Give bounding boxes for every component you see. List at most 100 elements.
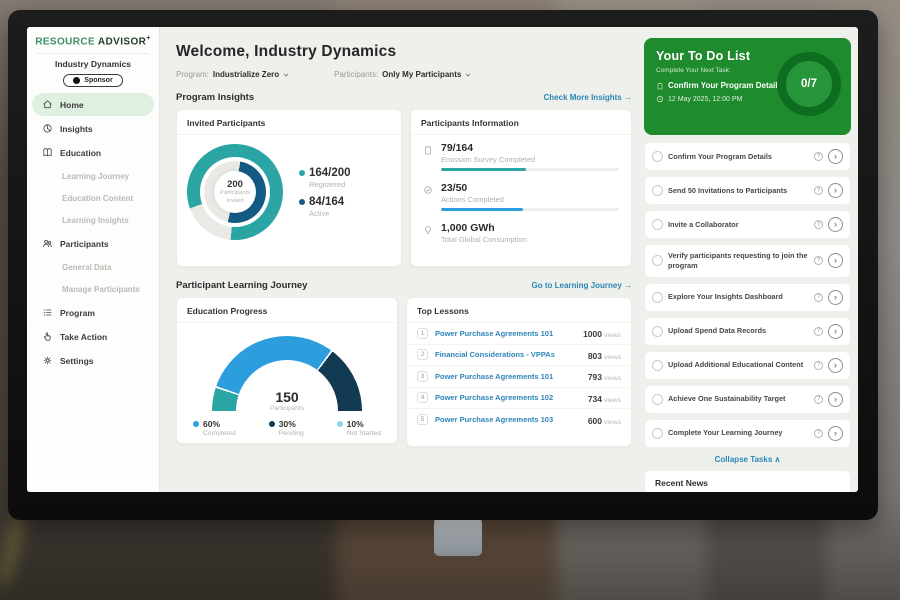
checkbox-circle[interactable] bbox=[652, 360, 663, 371]
sidebar-item-education-content[interactable]: Education Content bbox=[32, 187, 154, 209]
sidebar-subitem-label: General Data bbox=[62, 263, 111, 272]
sidebar-item-home[interactable]: Home bbox=[32, 93, 154, 116]
logo-advisor: ADVISOR bbox=[98, 36, 146, 47]
checkbox-circle[interactable] bbox=[652, 255, 663, 266]
checkbox-circle[interactable] bbox=[652, 428, 663, 439]
participants-dropdown[interactable]: Participants: Only My Participants bbox=[334, 70, 472, 79]
sponsor-badge-label: Sponsor bbox=[84, 77, 112, 84]
sidebar-subitem-label: Learning Journey bbox=[62, 172, 129, 181]
info-icon[interactable]: ? bbox=[814, 327, 823, 336]
sponsor-badge[interactable]: Sponsor bbox=[63, 74, 122, 87]
sidebar-item-settings[interactable]: Settings bbox=[32, 349, 154, 372]
pie-chart-icon bbox=[42, 123, 53, 134]
todo-item[interactable]: Complete Your Learning Journey ? › bbox=[644, 419, 851, 448]
check-circle-icon bbox=[423, 185, 433, 195]
views-count: 793 bbox=[588, 372, 602, 382]
todo-item[interactable]: Invite a Collaborator ? › bbox=[644, 210, 851, 239]
sidebar-item-learning-journey[interactable]: Learning Journey bbox=[32, 165, 154, 187]
legend-value: 60% bbox=[203, 419, 220, 429]
gauge-center-value: 150 bbox=[212, 389, 362, 405]
program-value: Industrialize Zero bbox=[213, 70, 279, 79]
app-logo: RESOURCE ADVISOR+ bbox=[27, 35, 159, 47]
chevron-right-button[interactable]: › bbox=[828, 217, 843, 232]
sidebar-nav: Home Insights Education Learning Journey… bbox=[27, 93, 159, 372]
sidebar-item-insights[interactable]: Insights bbox=[32, 117, 154, 140]
todo-item-label: Upload Additional Educational Content bbox=[668, 360, 809, 370]
lesson-link[interactable]: Financial Considerations - VPPAs bbox=[435, 350, 581, 359]
todo-item[interactable]: Upload Spend Data Records ? › bbox=[644, 317, 851, 346]
center-label-line1: Participants bbox=[220, 190, 250, 196]
clipboard-icon bbox=[423, 145, 433, 155]
info-icon[interactable]: ? bbox=[814, 293, 823, 302]
registered-label: Registered bbox=[309, 180, 351, 189]
donut-legend: 164/200 Registered 84/164 Active bbox=[299, 160, 351, 225]
info-icon[interactable]: ? bbox=[814, 186, 823, 195]
chevron-right-button[interactable]: › bbox=[828, 324, 843, 339]
sidebar-item-label: Program bbox=[60, 308, 95, 318]
views-count: 734 bbox=[588, 394, 602, 404]
todo-item[interactable]: Explore Your Insights Dashboard ? › bbox=[644, 283, 851, 312]
checkbox-circle[interactable] bbox=[652, 326, 663, 337]
sidebar-item-participants[interactable]: Participants bbox=[32, 232, 154, 255]
chevron-right-button[interactable]: › bbox=[828, 183, 843, 198]
chevron-right-button[interactable]: › bbox=[828, 426, 843, 441]
participants-label: Participants: bbox=[334, 70, 378, 79]
info-icon[interactable]: ? bbox=[814, 361, 823, 370]
todo-item[interactable]: Achieve One Sustainability Target ? › bbox=[644, 385, 851, 414]
info-icon[interactable]: ? bbox=[814, 395, 823, 404]
lesson-link[interactable]: Power Purchase Agreements 102 bbox=[435, 393, 581, 402]
clipboard-icon bbox=[656, 82, 664, 90]
views-suffix: views bbox=[604, 397, 621, 404]
info-icon[interactable]: ? bbox=[814, 152, 823, 161]
home-icon bbox=[42, 99, 53, 110]
lesson-row: 3 Power Purchase Agreements 101 793views bbox=[407, 366, 631, 388]
todo-item-label: Send 50 Invitations to Participants bbox=[668, 186, 809, 196]
info-icon[interactable]: ? bbox=[814, 256, 823, 265]
center-label-line2: Invited bbox=[226, 198, 243, 204]
check-more-insights-link[interactable]: Check More Insights → bbox=[544, 93, 632, 102]
clock-icon bbox=[656, 95, 664, 103]
lesson-views: 803views bbox=[588, 346, 621, 364]
todo-item[interactable]: Confirm Your Program Details ? › bbox=[644, 142, 851, 171]
sidebar-item-education[interactable]: Education bbox=[32, 141, 154, 164]
chevron-right-button[interactable]: › bbox=[828, 358, 843, 373]
sidebar-item-general-data[interactable]: General Data bbox=[32, 256, 154, 278]
checkbox-circle[interactable] bbox=[652, 151, 663, 162]
info-icon[interactable]: ? bbox=[814, 220, 823, 229]
sidebar-item-manage-participants[interactable]: Manage Participants bbox=[32, 278, 154, 300]
sidebar-subitem-label: Education Content bbox=[62, 194, 133, 203]
collapse-tasks-link[interactable]: Collapse Tasks ∧ bbox=[644, 455, 851, 464]
stat-emission-survey: 79/164 Emission Survey Completed bbox=[411, 135, 631, 175]
chevron-right-button[interactable]: › bbox=[828, 253, 843, 268]
lesson-link[interactable]: Power Purchase Agreements 101 bbox=[435, 329, 576, 338]
section-title: Program Insights bbox=[176, 92, 254, 103]
todo-item[interactable]: Verify participants requesting to join t… bbox=[644, 244, 851, 278]
legend-label: Pending bbox=[279, 430, 304, 437]
stat-bar-fill-0 bbox=[441, 168, 526, 171]
checkbox-circle[interactable] bbox=[652, 219, 663, 230]
lesson-views: 734views bbox=[588, 389, 621, 407]
chevron-right-button[interactable]: › bbox=[828, 392, 843, 407]
checkbox-circle[interactable] bbox=[652, 394, 663, 405]
checkbox-circle[interactable] bbox=[652, 292, 663, 303]
sidebar-item-take-action[interactable]: Take Action bbox=[32, 325, 154, 348]
recent-news-card: Recent News bbox=[644, 470, 851, 492]
sidebar-item-learning-insights[interactable]: Learning Insights bbox=[32, 209, 154, 231]
link-label: Go to Learning Journey bbox=[532, 281, 622, 290]
monitor-bezel: RESOURCE ADVISOR+ Industry Dynamics Spon… bbox=[8, 10, 878, 520]
lesson-link[interactable]: Power Purchase Agreements 103 bbox=[435, 415, 581, 424]
program-dropdown[interactable]: Program: Industrialize Zero bbox=[176, 70, 290, 79]
sidebar-item-program[interactable]: Program bbox=[32, 301, 154, 324]
chevron-right-button[interactable]: › bbox=[828, 149, 843, 164]
go-to-learning-journey-link[interactable]: Go to Learning Journey → bbox=[532, 281, 632, 290]
legend-completed: 60% Completed bbox=[193, 419, 236, 437]
lesson-link[interactable]: Power Purchase Agreements 101 bbox=[435, 372, 581, 381]
chevron-right-button[interactable]: › bbox=[828, 290, 843, 305]
info-icon[interactable]: ? bbox=[814, 429, 823, 438]
todo-item[interactable]: Upload Additional Educational Content ? … bbox=[644, 351, 851, 380]
participants-information-card: Participants Information 79/164 Emission… bbox=[410, 109, 632, 267]
todo-item-label: Achieve One Sustainability Target bbox=[668, 394, 809, 404]
todo-progress-value: 0/7 bbox=[801, 78, 817, 90]
checkbox-circle[interactable] bbox=[652, 185, 663, 196]
todo-item[interactable]: Send 50 Invitations to Participants ? › bbox=[644, 176, 851, 205]
